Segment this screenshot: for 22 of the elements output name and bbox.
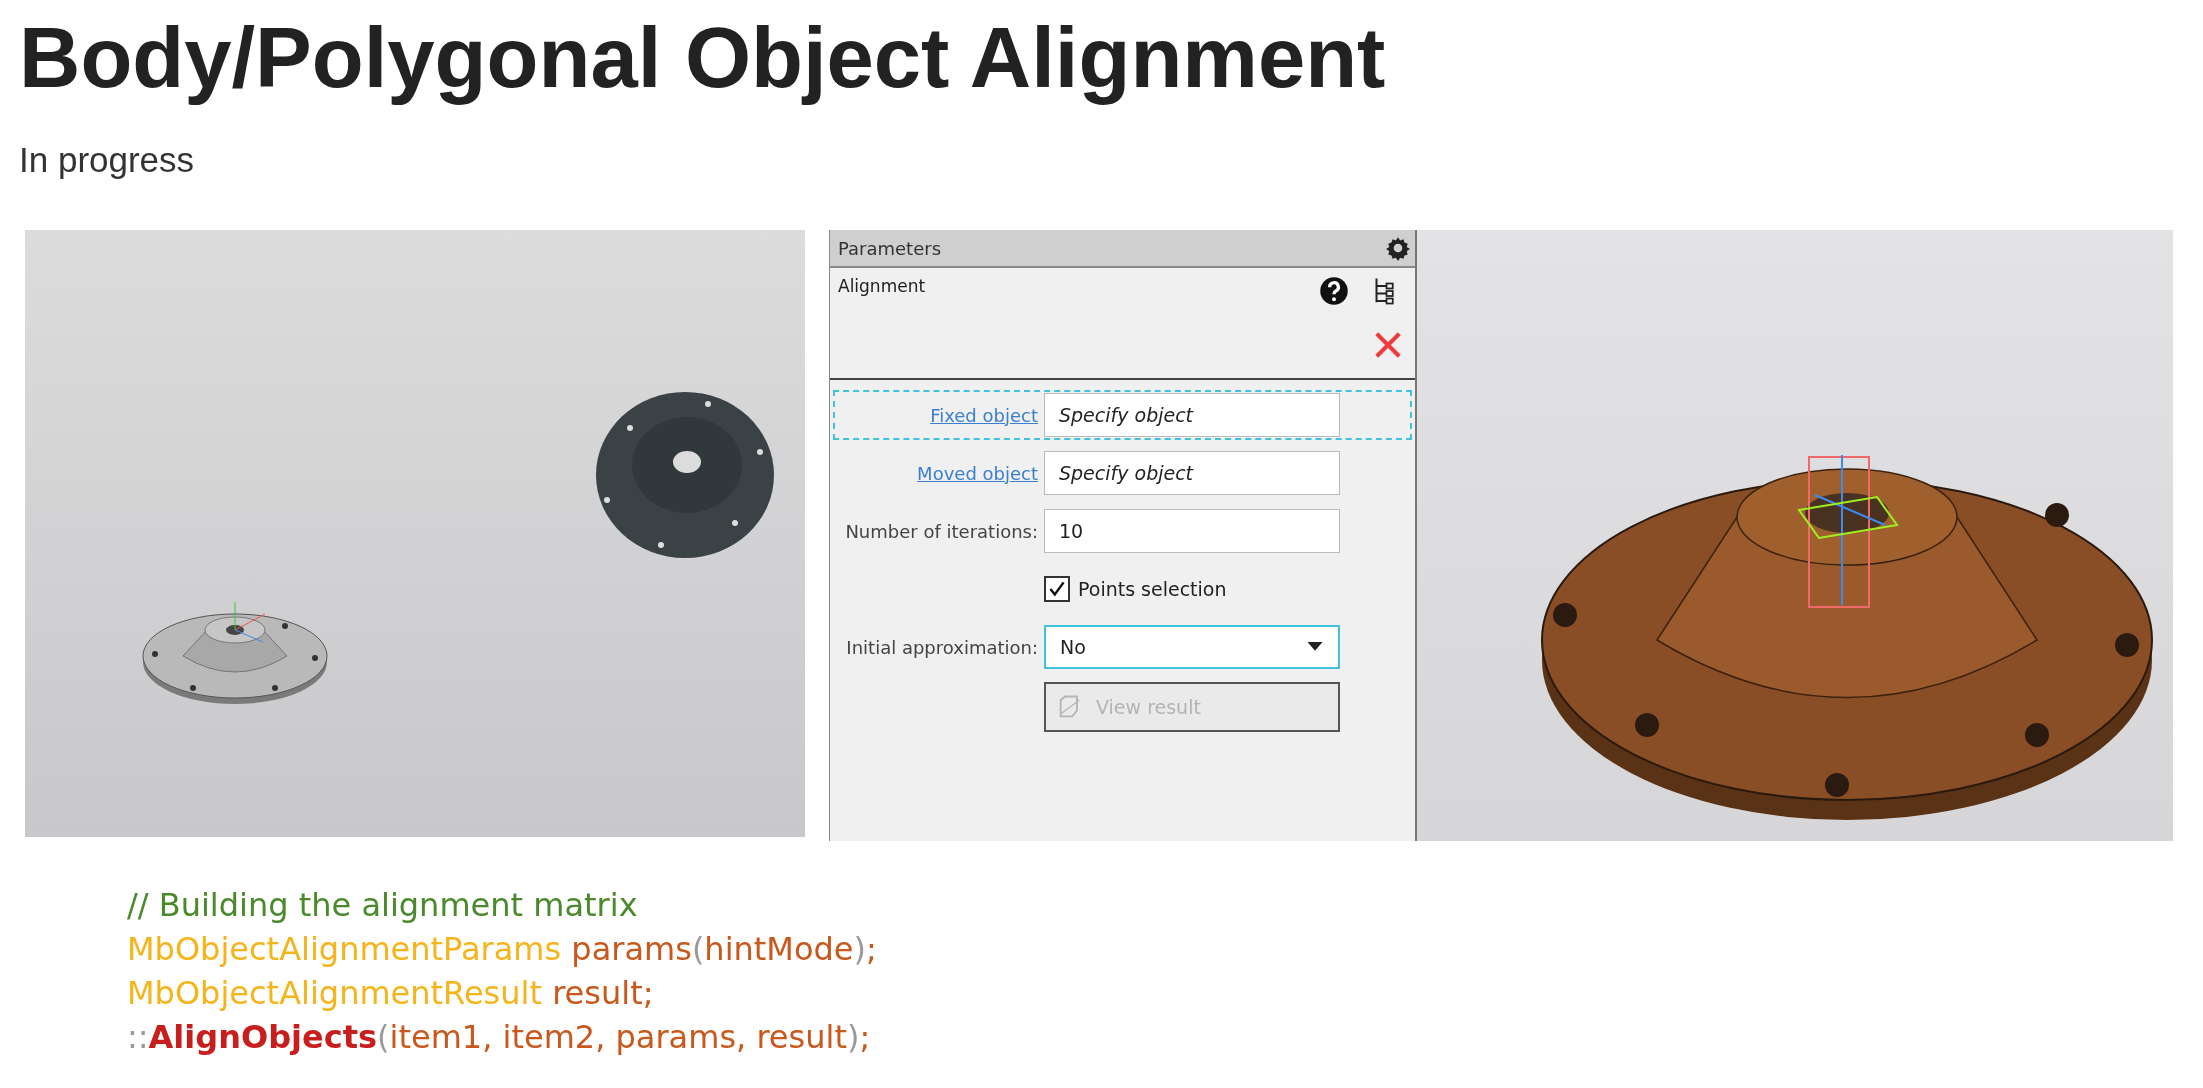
- iterations-field[interactable]: 10: [1044, 509, 1340, 553]
- code-line: ::AlignObjects(item1, item2, params, result);: [127, 1017, 871, 1058]
- help-icon[interactable]: [1319, 276, 1349, 306]
- field-label: Number of iterations:: [844, 520, 1038, 542]
- settings-icon[interactable]: [1385, 235, 1411, 261]
- field-label: Initial approximation:: [845, 636, 1038, 658]
- field-link[interactable]: Fixed object: [835, 404, 1038, 426]
- code-line: // Building the alignment matrix: [127, 885, 638, 926]
- field-link[interactable]: Moved object: [835, 462, 1038, 484]
- object-field[interactable]: Specify object: [1044, 393, 1340, 437]
- status-text: In progress: [19, 139, 195, 181]
- object-field[interactable]: Specify object: [1044, 451, 1340, 495]
- close-icon[interactable]: [1373, 330, 1403, 360]
- panel-title: Parameters: [838, 237, 942, 259]
- dropdown[interactable]: No: [1044, 625, 1340, 669]
- code-line: MbObjectAlignmentResult result;: [127, 973, 654, 1014]
- section-title: Alignment: [838, 276, 926, 296]
- page-title: Body/Polygonal Object Alignment: [19, 9, 1386, 107]
- checkbox[interactable]: [1044, 576, 1070, 602]
- checkbox-label: Points selection: [1078, 578, 1227, 600]
- code-line: MbObjectAlignmentParams params(hintMode);: [127, 929, 877, 970]
- caret-icon: [1306, 642, 1324, 652]
